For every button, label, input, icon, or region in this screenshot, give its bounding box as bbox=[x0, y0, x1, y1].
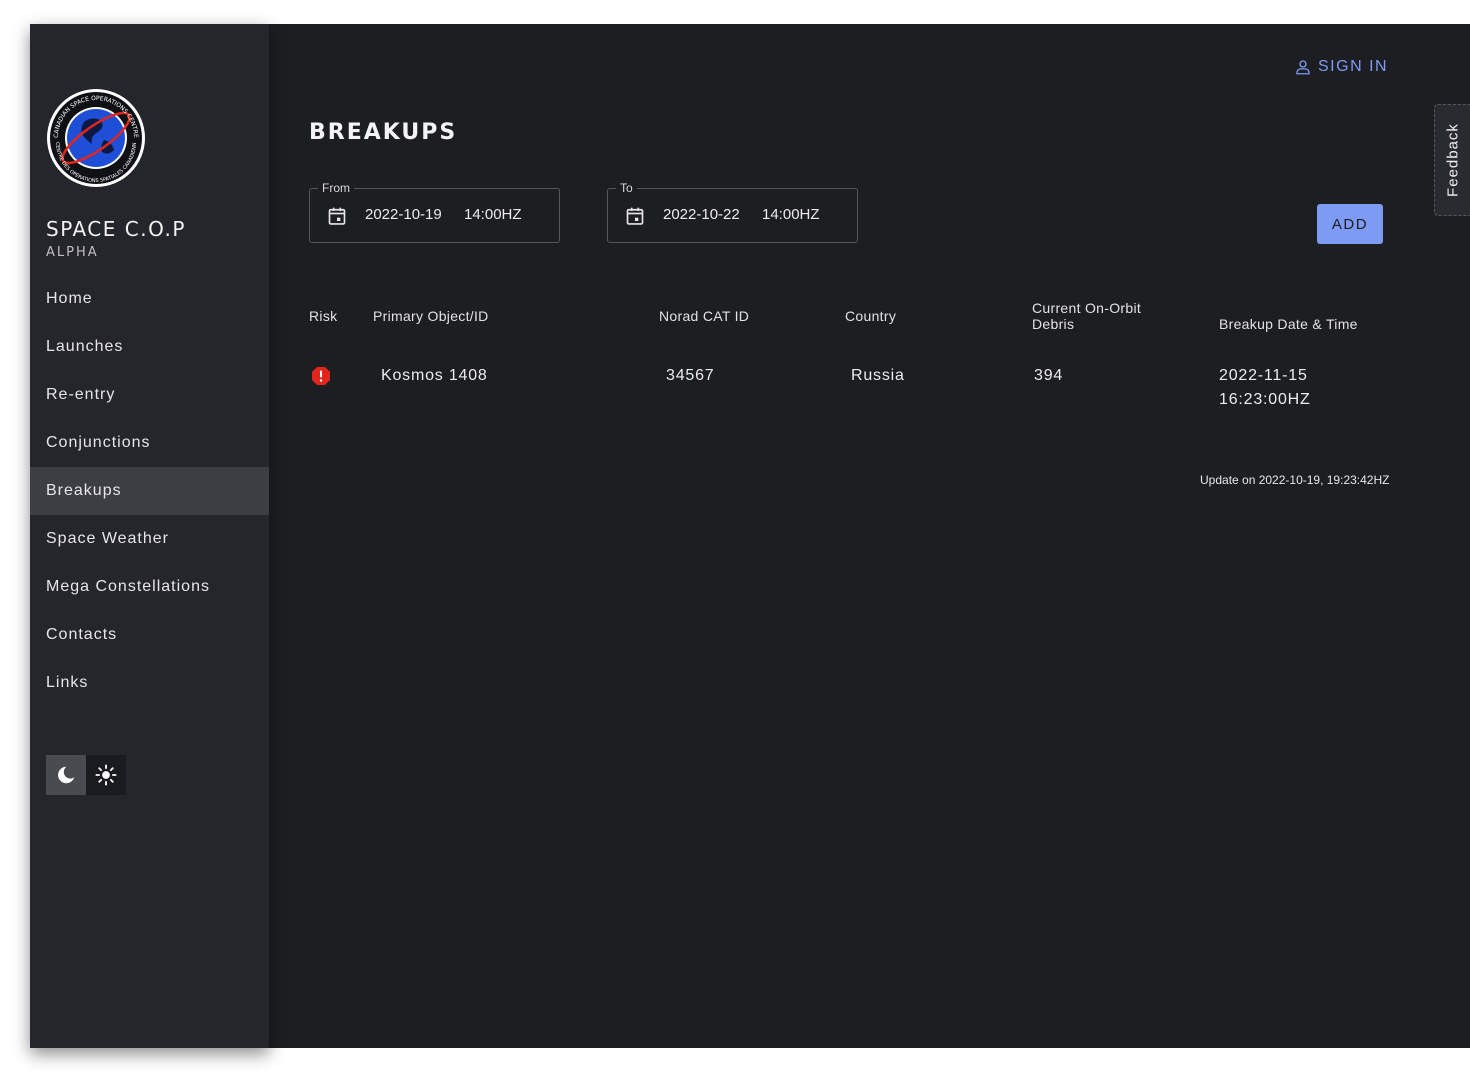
nav-item-launches[interactable]: Launches bbox=[30, 323, 269, 371]
from-date-field[interactable]: From 2022-10-19 14:00HZ bbox=[309, 181, 560, 243]
sidebar: CANADIAN SPACE OPERATIONS CENTRE CENTRE … bbox=[30, 24, 269, 1048]
nav-item-breakups[interactable]: Breakups bbox=[30, 467, 269, 515]
nav-item-space-weather[interactable]: Space Weather bbox=[30, 515, 269, 563]
column-header-current-debris: Current On-Orbit Debris bbox=[1032, 300, 1142, 332]
to-date-value: 2022-10-22 bbox=[663, 206, 740, 223]
feedback-label: Feedback bbox=[1444, 123, 1462, 197]
light-mode-button[interactable] bbox=[86, 755, 126, 795]
theme-toggle bbox=[46, 755, 126, 795]
nav-item-links[interactable]: Links bbox=[30, 659, 269, 707]
update-timestamp: Update on 2022-10-19, 19:23:42HZ bbox=[1200, 473, 1390, 487]
add-button[interactable]: ADD bbox=[1317, 204, 1383, 244]
column-header-country: Country bbox=[845, 308, 897, 324]
nav-item-contacts[interactable]: Contacts bbox=[30, 611, 269, 659]
calendar-icon bbox=[626, 207, 644, 225]
to-time-value: 14:00HZ bbox=[762, 206, 820, 223]
csoc-logo: CANADIAN SPACE OPERATIONS CENTRE CENTRE … bbox=[46, 88, 145, 187]
nav-item-re-entry[interactable]: Re-entry bbox=[30, 371, 269, 419]
main-nav: Home Launches Re-entry Conjunctions Brea… bbox=[30, 275, 269, 707]
from-label: From bbox=[318, 181, 354, 195]
cell-norad-cat-id: 34567 bbox=[666, 367, 715, 384]
nav-item-conjunctions[interactable]: Conjunctions bbox=[30, 419, 269, 467]
dark-mode-button[interactable] bbox=[46, 755, 86, 795]
sign-in-button[interactable]: SIGN IN bbox=[1294, 58, 1388, 76]
sun-icon bbox=[95, 764, 117, 786]
from-date-value: 2022-10-19 bbox=[365, 206, 442, 223]
column-header-breakup-datetime: Breakup Date & Time bbox=[1219, 316, 1358, 332]
column-header-risk: Risk bbox=[309, 308, 338, 324]
sign-in-label: SIGN IN bbox=[1318, 58, 1389, 75]
nav-item-home[interactable]: Home bbox=[30, 275, 269, 323]
cell-debris-count: 394 bbox=[1034, 367, 1064, 384]
app-window: CANADIAN SPACE OPERATIONS CENTRE CENTRE … bbox=[30, 24, 1470, 1048]
to-label: To bbox=[616, 181, 637, 195]
calendar-icon bbox=[328, 207, 346, 225]
cell-breakup-date: 2022-11-15 bbox=[1219, 367, 1308, 384]
column-header-primary-object: Primary Object/ID bbox=[373, 308, 489, 324]
cell-breakup-time: 16:23:00HZ bbox=[1219, 391, 1311, 408]
cell-primary-object: Kosmos 1408 bbox=[381, 367, 488, 384]
cell-country: Russia bbox=[851, 367, 905, 384]
brand-subtitle: ALPHA bbox=[46, 245, 99, 260]
user-icon bbox=[1296, 60, 1310, 75]
alert-icon bbox=[312, 367, 330, 385]
column-header-norad-cat-id: Norad CAT ID bbox=[659, 308, 750, 324]
moon-icon bbox=[58, 766, 75, 784]
to-date-field[interactable]: To 2022-10-22 14:00HZ bbox=[607, 181, 858, 243]
feedback-tab[interactable]: Feedback bbox=[1434, 104, 1470, 216]
from-time-value: 14:00HZ bbox=[464, 206, 522, 223]
page-title: BREAKUPS bbox=[309, 120, 458, 145]
nav-item-mega-constellations[interactable]: Mega Constellations bbox=[30, 563, 269, 611]
brand-title: SPACE C.O.P bbox=[46, 217, 186, 241]
